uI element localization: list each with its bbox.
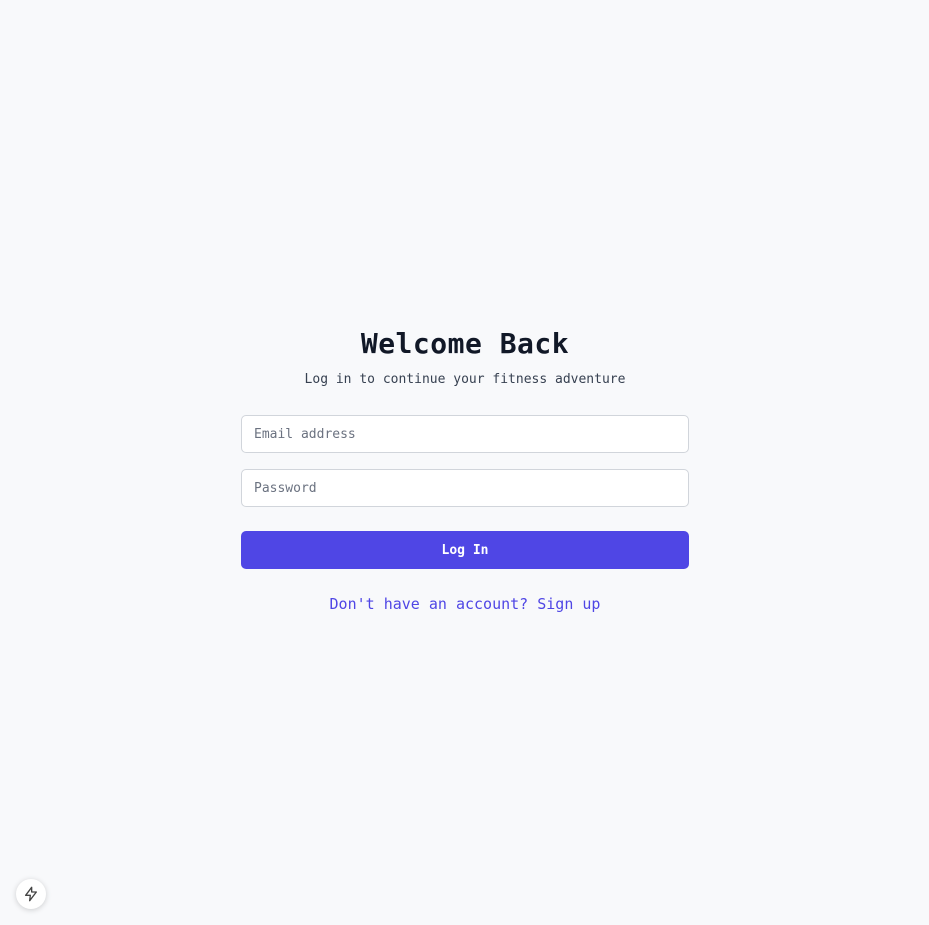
page-title: Welcome Back <box>360 327 570 360</box>
signup-link[interactable]: Don't have an account? Sign up <box>241 595 689 613</box>
password-input[interactable] <box>241 469 689 507</box>
login-page: Welcome Back Log in to continue your fit… <box>0 0 929 925</box>
lightning-bolt-icon <box>25 886 37 902</box>
login-form: Log In <box>241 415 689 569</box>
email-input[interactable] <box>241 415 689 453</box>
page-subtitle: Log in to continue your fitness adventur… <box>304 372 626 387</box>
dev-tools-button[interactable] <box>16 879 46 909</box>
login-card: Welcome Back Log in to continue your fit… <box>241 326 689 613</box>
login-button[interactable]: Log In <box>241 531 689 569</box>
